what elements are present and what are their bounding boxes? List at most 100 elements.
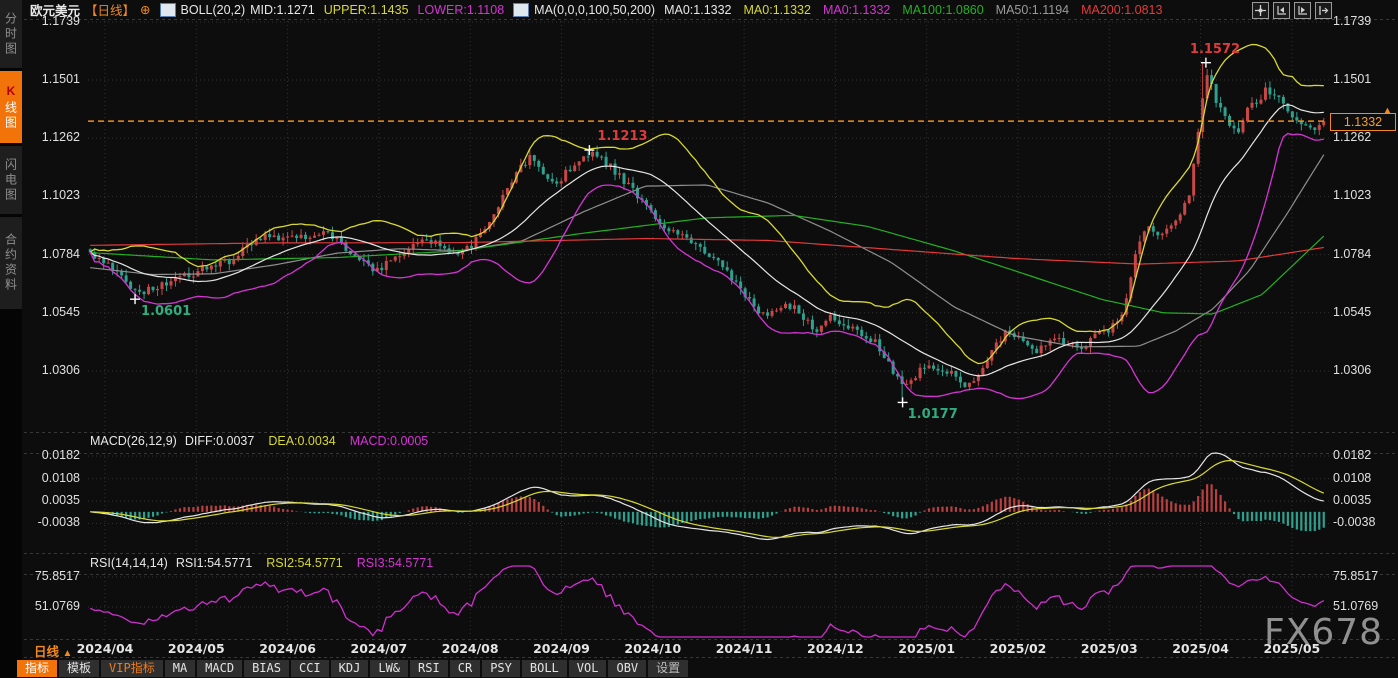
toolbar-button-label: OBV: [616, 661, 638, 675]
zoom-axis-left-icon[interactable]: [1273, 2, 1290, 19]
x-axis-date-label: 2025/01: [892, 641, 962, 656]
y-axis-label: 1.1262: [1333, 130, 1393, 144]
extreme-price-label: 1.0177: [908, 407, 958, 422]
macd-diff-value: DIFF:0.0037: [185, 434, 254, 448]
y-axis-label: 1.1501: [1333, 72, 1393, 86]
trading-app-window: 分时图 K线图闪电图合约资料 欧元美元 【日线】 ⊕ BOLL(20,2) MID…: [0, 0, 1398, 678]
toolbar-button-label: 设置: [656, 661, 680, 675]
tab-label: 线图: [3, 101, 20, 131]
toolbar-button-label: BOLL: [530, 661, 559, 675]
add-indicator-icon[interactable]: ⊕: [140, 2, 150, 17]
toolbar-button-label: LW&: [378, 661, 400, 675]
toolbar-button-lw[interactable]: LW&: [370, 660, 408, 677]
crosshair-move-icon[interactable]: [1252, 2, 1269, 19]
ma-value-label: MA0:1.1332: [823, 3, 890, 17]
x-axis-date-label: 2024/10: [618, 641, 688, 656]
toolbar-button-vip[interactable]: VIP指标: [101, 660, 163, 677]
toolbar-button-label: MACD: [205, 661, 234, 675]
toolbar-button-label: 模板: [67, 661, 91, 675]
boll-lower-value: LOWER:1.1108: [418, 3, 505, 17]
toolbar-button-bias[interactable]: BIAS: [244, 660, 289, 677]
y-axis-label: 75.8517: [1333, 569, 1393, 583]
toolbar-button-cci[interactable]: CCI: [291, 660, 329, 677]
period-arrow-icon: ▲: [63, 648, 73, 659]
extreme-price-label: 1.1572: [1190, 42, 1240, 57]
chart-type-sidebar: 分时图 K线图闪电图合约资料: [0, 0, 22, 678]
x-axis-date-label: 2024/04: [70, 641, 140, 656]
toolbar-button-ma[interactable]: MA: [165, 660, 195, 677]
y-axis-label: 1.0784: [20, 247, 80, 261]
y-axis-label: 1.1262: [20, 130, 80, 144]
rsi-header: RSI(14,14,14) RSI1:54.5771 RSI2:54.5771 …: [90, 556, 433, 570]
toolbar-button-label: RSI: [418, 661, 440, 675]
x-axis-date-label: 2024/05: [161, 641, 231, 656]
y-axis-label: 0.0108: [20, 471, 80, 485]
toolbar-button-psy[interactable]: PSY: [482, 660, 520, 677]
y-axis-label: 1.1739: [20, 14, 80, 28]
toolbar-button-label: KDJ: [339, 661, 361, 675]
toolbar-button-label: CCI: [299, 661, 321, 675]
y-axis-label: 1.0545: [20, 305, 80, 319]
x-axis-date-label: 2025/02: [983, 641, 1053, 656]
y-axis-label: 1.0306: [20, 363, 80, 377]
x-axis-date-label: 2024/06: [253, 641, 323, 656]
x-axis-date-label: 2025/03: [1074, 641, 1144, 656]
toolbar-button-kdj[interactable]: KDJ: [331, 660, 369, 677]
sidebar-tab-flash-chart[interactable]: 闪电图: [0, 146, 22, 214]
macd-title: MACD(26,12,9): [90, 434, 177, 448]
y-axis-label: 51.0769: [1333, 599, 1393, 613]
boll-upper-value: UPPER:1.1435: [324, 3, 409, 17]
toolbar-button-label: CR: [458, 661, 472, 675]
macd-macd-value: MACD:0.0005: [350, 434, 429, 448]
toolbar-button-label: VIP指标: [109, 661, 155, 675]
sidebar-tab-contract-info[interactable]: 合约资料: [0, 217, 22, 309]
y-axis-label: 1.0545: [1333, 305, 1393, 319]
rsi2-value: RSI2:54.5771: [266, 556, 342, 570]
indicator-toolbar: 指标 模板 VIP指标 MA MACD BIAS CCI KDJ LW&RSI CR PSY BOLL…: [17, 660, 688, 677]
y-axis-label: 1.0306: [1333, 363, 1393, 377]
period-label: 日线: [34, 645, 59, 659]
period-selector[interactable]: 日线 ▲: [34, 641, 72, 660]
toolbar-button-vol[interactable]: VOL: [569, 660, 607, 677]
toolbar-button-label: PSY: [490, 661, 512, 675]
toolbar-button-cr[interactable]: CR: [450, 660, 480, 677]
indicator-header: 欧元美元 【日线】 ⊕ BOLL(20,2) MID:1.1271 UPPER:…: [30, 0, 1162, 19]
ma-chart-icon[interactable]: [513, 3, 529, 17]
sidebar-tab-kline-chart[interactable]: K线图: [0, 71, 22, 143]
toolbar-button-macd[interactable]: MACD: [197, 660, 242, 677]
toolbar-button-label: 指标: [25, 661, 49, 675]
ma-value-label: MA0:1.1332: [664, 3, 731, 17]
chart-canvas[interactable]: [0, 0, 1398, 678]
toolbar-button-rsi[interactable]: RSI: [410, 660, 448, 677]
tab-label: 合约资料: [3, 233, 20, 293]
macd-dea-value: DEA:0.0034: [268, 434, 335, 448]
tab-label: 闪电图: [3, 158, 20, 203]
macd-header: MACD(26,12,9) DIFF:0.0037 DEA:0.0034 MAC…: [90, 434, 428, 448]
toolbar-button-obv[interactable]: OBV: [608, 660, 646, 677]
y-axis-label: -0.0038: [20, 515, 80, 529]
y-axis-label: 0.0182: [1333, 448, 1393, 462]
y-axis-label: 75.8517: [20, 569, 80, 583]
pan-right-icon[interactable]: [1315, 2, 1332, 19]
toolbar-button-[interactable]: 指标: [17, 660, 57, 677]
y-axis-label: 1.1023: [1333, 188, 1393, 202]
x-axis-date-label: 2024/08: [435, 641, 505, 656]
watermark: FX678: [1264, 612, 1383, 653]
ma-value-label: MA0:1.1332: [744, 3, 811, 17]
toolbar-button-boll[interactable]: BOLL: [522, 660, 567, 677]
y-axis-label: 1.1501: [20, 72, 80, 86]
boll-mid-value: MID:1.1271: [250, 3, 315, 17]
zoom-axis-right-icon[interactable]: [1294, 2, 1311, 19]
x-axis-date-label: 2024/09: [527, 641, 597, 656]
rsi1-value: RSI1:54.5771: [176, 556, 252, 570]
toolbar-button-label: MA: [173, 661, 187, 675]
y-axis-label: 1.1739: [1333, 14, 1393, 28]
x-axis-date-label: 2024/07: [344, 641, 414, 656]
toolbar-button-[interactable]: 设置: [648, 660, 688, 677]
y-axis-label: 0.0108: [1333, 471, 1393, 485]
boll-chart-icon[interactable]: [160, 3, 176, 17]
period-tag[interactable]: 【日线】: [85, 0, 135, 19]
toolbar-button-label: BIAS: [252, 661, 281, 675]
sidebar-tab-time-chart[interactable]: 分时图: [0, 0, 22, 68]
toolbar-button-[interactable]: 模板: [59, 660, 99, 677]
